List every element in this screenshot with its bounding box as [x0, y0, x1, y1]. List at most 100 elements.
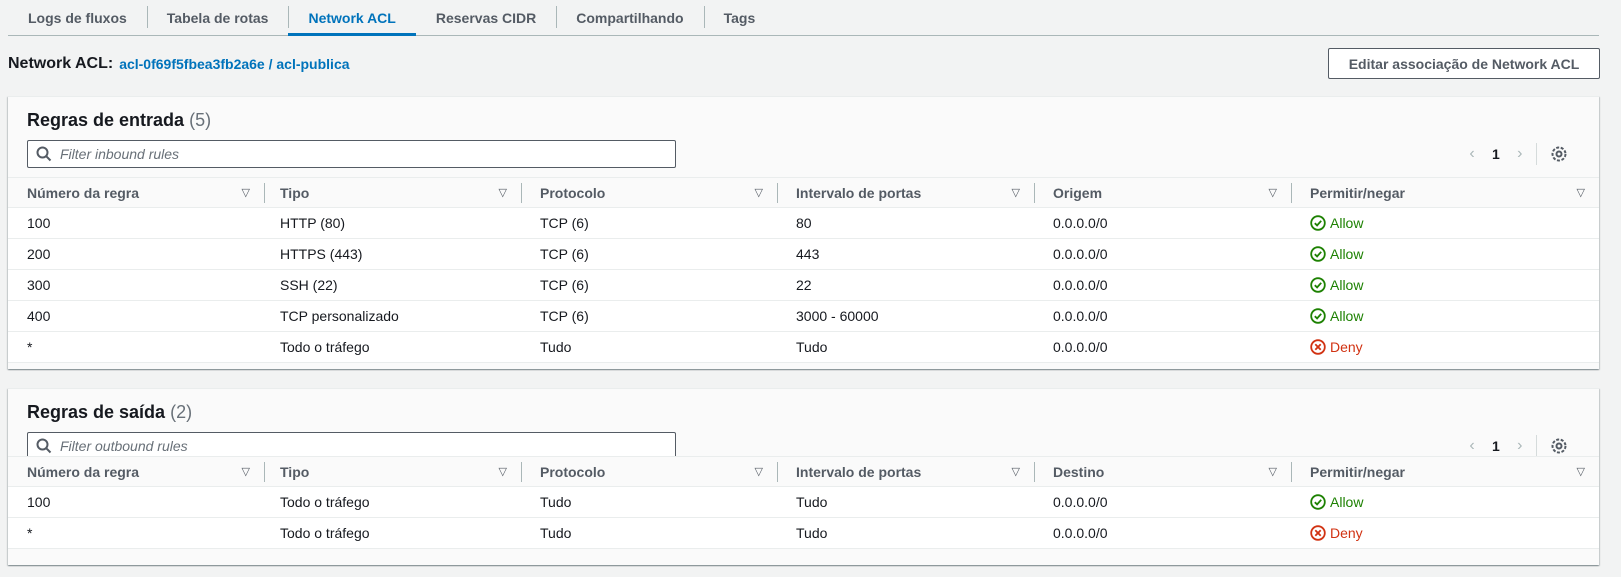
port-range-cell: 22	[796, 277, 812, 293]
edit-acl-association-button[interactable]: Editar associação de Network ACL	[1328, 48, 1600, 79]
cidr-cell: 0.0.0.0/0	[1053, 308, 1108, 324]
col-protocol[interactable]: Protocolo ▽	[521, 178, 777, 207]
next-page-icon[interactable]: ›	[1514, 145, 1526, 163]
col-label: Intervalo de portas	[796, 184, 922, 201]
col-type[interactable]: Tipo ▽	[264, 178, 521, 207]
action-cell: Allow	[1291, 308, 1599, 324]
check-circle-icon	[1310, 246, 1326, 262]
type-cell: Todo o tráfego	[280, 494, 370, 510]
sort-icon[interactable]: ▽	[1577, 186, 1585, 199]
tab-cidr-reservations[interactable]: Reservas CIDR	[416, 0, 556, 35]
status-label: Allow	[1330, 277, 1364, 293]
tab-network-acl[interactable]: Network ACL	[288, 0, 417, 36]
acl-link[interactable]: acl-0f69f5fbea3fb2a6e / acl-publica	[119, 56, 349, 72]
sort-icon[interactable]: ▽	[242, 186, 250, 199]
type-cell: Todo o tráfego	[280, 525, 370, 541]
table-row[interactable]: 200 HTTPS (443) TCP (6) 443 0.0.0.0/0 Allow	[8, 239, 1599, 270]
inbound-rules-title: Regras de entrada (5)	[27, 110, 211, 131]
protocol-cell: TCP (6)	[540, 246, 589, 262]
sort-icon[interactable]: ▽	[1269, 465, 1277, 478]
protocol-cell: Tudo	[540, 339, 572, 355]
col-type[interactable]: Tipo ▽	[264, 457, 521, 486]
check-circle-icon	[1310, 308, 1326, 324]
prev-page-icon[interactable]: ‹	[1466, 145, 1478, 163]
sort-icon[interactable]: ▽	[1577, 465, 1585, 478]
table-row[interactable]: 100 Todo o tráfego Tudo Tudo 0.0.0.0/0 Allow	[8, 487, 1599, 518]
table-row[interactable]: * Todo o tráfego Tudo Tudo 0.0.0.0/0 Deny	[8, 518, 1599, 549]
status-label: Allow	[1330, 246, 1364, 262]
prev-page-icon[interactable]: ‹	[1466, 437, 1478, 455]
sort-icon[interactable]: ▽	[1012, 186, 1020, 199]
status-indicator: Allow	[1310, 246, 1599, 262]
col-label: Tipo	[280, 463, 310, 480]
tab-tags[interactable]: Tags	[703, 0, 776, 35]
col-protocol[interactable]: Protocolo ▽	[521, 457, 777, 486]
col-label: Tipo	[280, 184, 310, 201]
col-label: Número da regra	[27, 184, 140, 201]
page-number[interactable]: 1	[1492, 146, 1500, 162]
tab-flow-logs[interactable]: Logs de fluxos	[8, 0, 147, 35]
port-range-cell: 3000 - 60000	[796, 308, 879, 324]
outbound-filter-input[interactable]	[60, 438, 660, 454]
sort-icon[interactable]: ▽	[499, 465, 507, 478]
table-row[interactable]: 100 HTTP (80) TCP (6) 80 0.0.0.0/0 Allow	[8, 208, 1599, 239]
table-row[interactable]: * Todo o tráfego Tudo Tudo 0.0.0.0/0 Deny	[8, 332, 1599, 363]
port-range-cell: 80	[796, 215, 812, 231]
tab-route-table[interactable]: Tabela de rotas	[146, 0, 289, 35]
table-row[interactable]: 300 SSH (22) TCP (6) 22 0.0.0.0/0 Allow	[8, 270, 1599, 301]
status-indicator: Allow	[1310, 308, 1599, 324]
rule-number-cell: *	[27, 525, 33, 541]
settings-gear-icon[interactable]	[1548, 435, 1570, 457]
col-port-range[interactable]: Intervalo de portas ▽	[777, 457, 1034, 486]
x-circle-icon	[1310, 339, 1326, 355]
col-allow-deny[interactable]: Permitir/negar ▽	[1291, 457, 1599, 486]
status-indicator: Deny	[1310, 339, 1599, 355]
status-indicator: Allow	[1310, 277, 1599, 293]
type-cell: HTTP (80)	[280, 215, 346, 231]
sort-icon[interactable]: ▽	[755, 465, 763, 478]
action-cell: Deny	[1291, 339, 1599, 355]
acl-header: Network ACL: acl-0f69f5fbea3fb2a6e / acl…	[8, 52, 350, 76]
cidr-cell: 0.0.0.0/0	[1053, 525, 1108, 541]
inbound-filter	[27, 140, 676, 168]
sort-icon[interactable]: ▽	[1012, 465, 1020, 478]
table-header: Número da regra ▽ Tipo ▽ Protocolo ▽ Interv…	[8, 177, 1599, 208]
sort-icon[interactable]: ▽	[755, 186, 763, 199]
tab-sharing[interactable]: Compartilhando	[556, 0, 703, 35]
cidr-cell: 0.0.0.0/0	[1053, 339, 1108, 355]
protocol-cell: Tudo	[540, 525, 572, 541]
col-rule-number[interactable]: Número da regra ▽	[8, 178, 264, 207]
inbound-pagination: ‹ 1 ›	[1466, 143, 1526, 165]
outbound-table-body: 100 Todo o tráfego Tudo Tudo 0.0.0.0/0 Allow *…	[8, 487, 1599, 549]
cidr-cell: 0.0.0.0/0	[1053, 494, 1108, 510]
col-label: Permitir/negar	[1310, 463, 1405, 480]
rule-number-cell: 400	[27, 308, 51, 324]
search-icon	[28, 141, 60, 167]
sort-icon[interactable]: ▽	[242, 465, 250, 478]
status-indicator: Deny	[1310, 525, 1599, 541]
action-cell: Allow	[1291, 494, 1599, 510]
col-label: Destino	[1053, 463, 1105, 480]
col-allow-deny[interactable]: Permitir/negar ▽	[1291, 178, 1599, 207]
inbound-filter-input[interactable]	[60, 146, 660, 162]
status-indicator: Allow	[1310, 215, 1599, 231]
next-page-icon[interactable]: ›	[1514, 437, 1526, 455]
pager-divider	[1536, 143, 1537, 165]
port-range-cell: 443	[796, 246, 820, 262]
col-source[interactable]: Origem ▽	[1034, 178, 1291, 207]
col-rule-number[interactable]: Número da regra ▽	[8, 457, 264, 486]
outbound-title-text: Regras de saída	[27, 402, 166, 422]
col-label: Protocolo	[540, 463, 606, 480]
col-port-range[interactable]: Intervalo de portas ▽	[777, 178, 1034, 207]
sort-icon[interactable]: ▽	[1269, 186, 1277, 199]
table-row[interactable]: 400 TCP personalizado TCP (6) 3000 - 60000 0…	[8, 301, 1599, 332]
rule-number-cell: *	[27, 339, 33, 355]
settings-gear-icon[interactable]	[1548, 143, 1570, 165]
sort-icon[interactable]: ▽	[499, 186, 507, 199]
page-number[interactable]: 1	[1492, 438, 1500, 454]
col-destination[interactable]: Destino ▽	[1034, 457, 1291, 486]
protocol-cell: TCP (6)	[540, 277, 589, 293]
outbound-rules-count: (2)	[170, 402, 193, 422]
outbound-rules-table: Número da regra ▽ Tipo ▽ Protocolo ▽ Interv…	[8, 456, 1599, 549]
type-cell: HTTPS (443)	[280, 246, 363, 262]
